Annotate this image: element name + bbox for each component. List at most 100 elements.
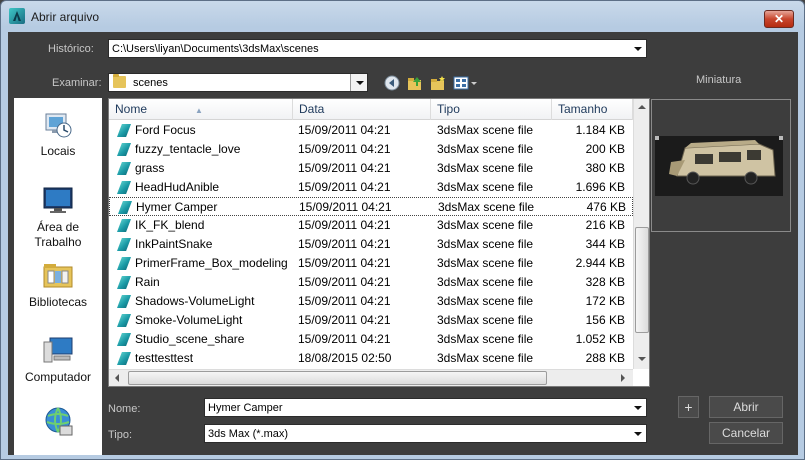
max-file-icon [117, 124, 131, 137]
place-computer[interactable]: Computador [14, 334, 102, 385]
scroll-down-icon[interactable] [638, 357, 646, 361]
cancel-button[interactable]: Cancelar [709, 422, 783, 444]
file-list[interactable]: Nome ▲ Data Tipo Tamanho Ford Focus 15/09… [108, 98, 650, 387]
list-header: Nome ▲ Data Tipo Tamanho [109, 99, 633, 120]
scroll-left-icon[interactable] [115, 374, 119, 382]
file-row[interactable]: IK_FK_blend 15/09/2011 04:21 3dsMax scene … [109, 216, 633, 235]
max-file-icon [117, 143, 131, 156]
file-name-cell: Shadows-VolumeLight [135, 294, 255, 308]
file-type-dropdown-icon[interactable] [629, 425, 646, 442]
file-size-cell: 380 KB [585, 161, 625, 175]
title-bar[interactable]: Abrir arquivo ✕ [1, 1, 804, 31]
file-name-cell: Studio_scene_share [135, 332, 245, 346]
file-name-cell: testtesttest [135, 351, 194, 365]
place-network[interactable] [14, 406, 102, 442]
file-row[interactable]: Smoke-VolumeLight 15/09/2011 04:21 3dsMax … [109, 311, 633, 330]
open-button[interactable]: Abrir [709, 396, 783, 418]
look-in-combo[interactable]: scenes [108, 73, 368, 92]
window-title: Abrir arquivo [31, 10, 100, 24]
thumbnail-preview [651, 99, 791, 232]
file-row[interactable]: PrimerFrame_Box_modeling 15/09/2011 04:21… [109, 254, 633, 273]
file-name-cell: fuzzy_tentacle_love [135, 142, 241, 156]
column-header-date[interactable]: Data [293, 99, 431, 120]
file-type-select[interactable]: 3ds Max (*.max) [204, 424, 647, 443]
file-row[interactable]: Rain 15/09/2011 04:21 3dsMax scene file 328… [109, 273, 633, 292]
look-in-value: scenes [133, 77, 168, 89]
horizontal-scroll-thumb[interactable] [128, 371, 547, 385]
file-date-cell: 15/09/2011 04:21 [298, 218, 391, 232]
thumbnail-label: Miniatura [696, 74, 742, 86]
new-folder-icon[interactable] [430, 75, 446, 91]
file-row[interactable]: Shadows-VolumeLight 15/09/2011 04:21 3dsMa… [109, 292, 633, 311]
column-header-name[interactable]: Nome ▲ [109, 99, 293, 120]
file-name-cell: Smoke-VolumeLight [135, 313, 243, 327]
scroll-right-icon[interactable] [621, 374, 625, 382]
file-size-cell: 328 KB [585, 275, 625, 289]
file-date-cell: 15/09/2011 04:21 [299, 200, 392, 214]
file-type-cell: 3dsMax scene file [438, 200, 535, 214]
folder-icon [113, 74, 126, 88]
file-row[interactable]: grass 15/09/2011 04:21 3dsMax scene file 38… [109, 159, 633, 178]
horizontal-scrollbar[interactable] [109, 369, 633, 386]
history-combo[interactable]: C:\Users\liyan\Documents\3dsMax\scenes [108, 39, 647, 58]
file-name-input[interactable]: Hymer Camper [204, 398, 647, 417]
dialog-body: Histórico: C:\Users\liyan\Documents\3dsM… [8, 32, 798, 455]
file-row[interactable]: Studio_scene_share 15/09/2011 04:21 3dsMax… [109, 330, 633, 349]
camper-thumbnail-image [655, 136, 783, 196]
file-name-cell: HeadHudAnible [135, 180, 220, 194]
scroll-up-icon[interactable] [638, 105, 646, 109]
file-type-cell: 3dsMax scene file [437, 123, 534, 137]
file-row[interactable]: HeadHudAnible 15/09/2011 04:21 3dsMax scen… [109, 178, 633, 197]
history-dropdown-icon[interactable] [629, 40, 646, 57]
look-in-dropdown-icon[interactable] [350, 74, 367, 91]
file-date-cell: 15/09/2011 04:21 [298, 237, 391, 251]
up-folder-icon[interactable] [407, 75, 423, 91]
file-row[interactable]: Ford Focus 15/09/2011 04:21 3dsMax scene f… [109, 121, 633, 140]
file-size-cell: 200 KB [585, 142, 625, 156]
file-name-cell: Ford Focus [135, 123, 196, 137]
file-type-value: 3ds Max (*.max) [208, 428, 289, 440]
max-file-icon [118, 201, 132, 214]
file-date-cell: 15/09/2011 04:21 [298, 275, 391, 289]
file-type-cell: 3dsMax scene file [437, 332, 534, 346]
vertical-scroll-thumb[interactable] [635, 227, 649, 333]
file-row[interactable]: testtesttest 18/08/2015 02:50 3dsMax scene… [109, 349, 633, 368]
look-in-label: Examinar: [52, 77, 102, 89]
file-row[interactable]: Hymer Camper 15/09/2011 04:21 3dsMax scene… [109, 197, 633, 216]
file-name-cell: Hymer Camper [136, 200, 218, 214]
file-name-cell: IK_FK_blend [135, 218, 205, 232]
max-file-icon [117, 257, 131, 270]
file-size-cell: 1.696 KB [575, 180, 625, 194]
file-row[interactable]: InkPaintSnake 15/09/2011 04:21 3dsMax scen… [109, 235, 633, 254]
vertical-scrollbar[interactable] [633, 99, 649, 369]
file-type-cell: 3dsMax scene file [437, 313, 534, 327]
column-header-type[interactable]: Tipo [431, 99, 552, 120]
file-size-cell: 288 KB [585, 351, 625, 365]
place-desktop[interactable]: Área de Trabalho [14, 184, 102, 250]
max-file-icon [117, 276, 131, 289]
view-menu-icon[interactable] [453, 75, 479, 91]
add-button[interactable]: + [678, 396, 699, 418]
computer-icon [42, 334, 74, 366]
place-recent[interactable]: Locais [14, 108, 102, 159]
network-icon [42, 406, 74, 438]
max-file-icon [117, 352, 131, 365]
file-type-cell: 3dsMax scene file [437, 351, 534, 365]
file-row[interactable]: fuzzy_tentacle_love 15/09/2011 04:21 3dsMa… [109, 140, 633, 159]
max-file-icon [117, 295, 131, 308]
libraries-icon [42, 259, 74, 291]
close-button[interactable]: ✕ [764, 10, 794, 28]
place-label: Computador [24, 370, 92, 384]
file-date-cell: 15/09/2011 04:21 [298, 332, 391, 346]
file-name-dropdown-icon[interactable] [629, 399, 646, 416]
column-header-size[interactable]: Tamanho [552, 99, 633, 120]
max-file-icon [117, 181, 131, 194]
back-icon[interactable] [384, 75, 400, 91]
file-type-label: Tipo: [108, 429, 133, 441]
file-size-cell: 172 KB [585, 294, 625, 308]
file-size-cell: 2.944 KB [575, 256, 625, 270]
place-label: Área de Trabalho [34, 220, 82, 249]
file-date-cell: 15/09/2011 04:21 [298, 142, 391, 156]
desktop-icon [42, 184, 74, 216]
place-libraries[interactable]: Bibliotecas [14, 259, 102, 310]
